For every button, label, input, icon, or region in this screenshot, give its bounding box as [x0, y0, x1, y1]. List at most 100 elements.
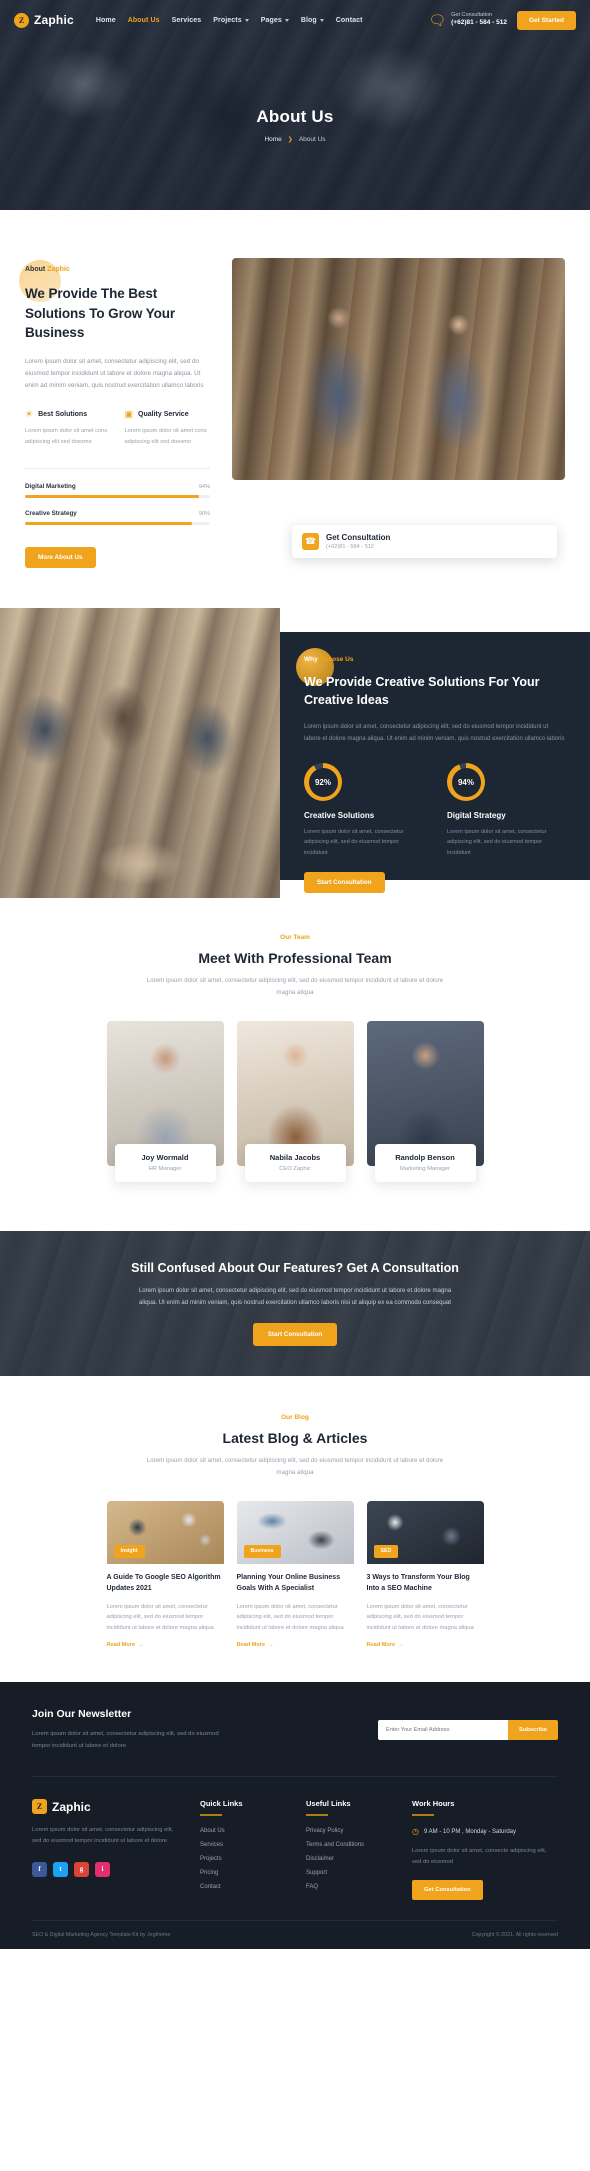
breadcrumb-home[interactable]: Home	[264, 136, 281, 143]
heading-underline	[412, 1814, 434, 1816]
google-icon[interactable]: g	[74, 1861, 89, 1877]
team-member-name: Randolp Benson	[395, 1152, 455, 1162]
useful-link-terms[interactable]: Terms and Conditions	[306, 1842, 394, 1848]
read-more-link[interactable]: Read More →	[237, 1642, 354, 1648]
blog-card[interactable]: SEO 3 Ways to Transform Your Blog Into a…	[366, 1500, 484, 1648]
about-features: ☀ Best Solutions Lorem ipsum dolor sit a…	[25, 410, 210, 447]
progress-bar	[25, 494, 210, 498]
read-more-label: Read More	[106, 1642, 136, 1649]
facebook-icon[interactable]: f	[32, 1861, 47, 1877]
cta-banner: Still Confused About Our Features? Get A…	[0, 1230, 590, 1376]
skill-label: Digital Marketing	[25, 482, 76, 490]
useful-link-disclaimer[interactable]: Disclaimer	[306, 1856, 394, 1862]
newsletter-block: Join Our Newsletter Lorem ipsum dolor si…	[32, 1708, 558, 1776]
more-about-us-button[interactable]: More About Us	[25, 546, 96, 568]
nav-item-pages[interactable]: Pages	[261, 17, 289, 24]
start-consultation-button[interactable]: Start Consultation	[304, 872, 385, 894]
team-member-role: HR Manager	[148, 1165, 182, 1172]
nav-item-services[interactable]: Services	[172, 17, 202, 24]
nav-item-contact[interactable]: Contact	[336, 17, 363, 24]
about-photo	[232, 258, 565, 480]
nav-item-projects[interactable]: Projects	[213, 17, 249, 24]
work-hours-text: Lorem ipsum dolor sit amet, consecte adi…	[412, 1847, 547, 1866]
main-navbar: Z Zaphic Home About Us Services Projects…	[0, 0, 590, 40]
cta-start-consultation-button[interactable]: Start Consultation	[252, 1322, 338, 1346]
instagram-icon[interactable]: i	[95, 1861, 110, 1877]
about-eyebrow-plain: About	[25, 266, 48, 273]
quick-link-contact[interactable]: Contact	[200, 1884, 288, 1890]
breadcrumb-current: About Us	[298, 136, 326, 143]
blog-card[interactable]: Business Planning Your Online Business G…	[236, 1500, 354, 1648]
quick-link-services[interactable]: Services	[200, 1842, 288, 1848]
why-stats: 92% Creative Solutions Lorem ipsum dolor…	[304, 763, 566, 858]
stat-digital-strategy: 94% Digital Strategy Lorem ipsum dolor s…	[447, 763, 566, 858]
lightbulb-icon: ☀	[25, 409, 34, 420]
arrow-right-icon: →	[268, 1642, 274, 1649]
blog-thumbnail: Business	[236, 1500, 354, 1564]
blog-card[interactable]: Insight A Guide To Google SEO Algorithm …	[106, 1500, 224, 1648]
stat-creative-solutions: 92% Creative Solutions Lorem ipsum dolor…	[304, 763, 423, 858]
useful-links-heading: Useful Links	[306, 1799, 351, 1809]
progress-fill	[25, 494, 199, 498]
skill-label: Creative Strategy	[25, 509, 77, 517]
hero-section: Z Zaphic Home About Us Services Projects…	[0, 0, 590, 210]
about-text-column: About Zaphic We Provide The Best Solutio…	[19, 258, 210, 568]
useful-link-support[interactable]: Support	[306, 1870, 394, 1876]
read-more-link[interactable]: Read More →	[367, 1642, 484, 1648]
nav-item-home[interactable]: Home	[96, 17, 116, 24]
phone-icon: ☎	[302, 532, 319, 550]
team-section: Our Team Meet With Professional Team Lor…	[0, 898, 590, 1186]
chevron-down-icon	[244, 18, 249, 22]
breadcrumb: Home ❯ About Us	[264, 136, 325, 143]
about-heading: We Provide The Best Solutions To Grow Yo…	[25, 286, 176, 341]
twitter-icon[interactable]: t	[53, 1861, 68, 1877]
read-more-link[interactable]: Read More →	[107, 1642, 224, 1648]
useful-link-privacy-policy[interactable]: Privacy Policy	[306, 1828, 394, 1834]
page-root: Z Zaphic Home About Us Services Projects…	[0, 0, 590, 1950]
arrow-right-icon: →	[398, 1642, 404, 1649]
nav-item-blog[interactable]: Blog	[301, 17, 324, 24]
get-started-button[interactable]: Get Started	[516, 10, 576, 30]
footer-columns: Z Zaphic Lorem ipsum dolor sit amet, con…	[32, 1776, 558, 1920]
progress-ring: 94%	[447, 763, 485, 802]
footer-credit: SEO & Digital Marketing Agency Template …	[32, 1932, 171, 1939]
quick-link-pricing[interactable]: Pricing	[200, 1870, 288, 1876]
subscribe-button[interactable]: Subscribe	[507, 1720, 558, 1741]
brand-logo[interactable]: Z Zaphic	[14, 12, 74, 28]
nav-item-about-us[interactable]: About Us	[128, 17, 160, 24]
why-panel: Why Choose Us We Provide Creative Soluti…	[280, 631, 590, 894]
consultation-card[interactable]: ☎ Get Consultation (+62)81 - 584 - 512	[292, 524, 557, 558]
consultation-label: Get Consultation	[451, 11, 493, 18]
email-input[interactable]	[377, 1720, 508, 1741]
hero-body: About Us Home ❯ About Us	[0, 40, 590, 210]
team-member-card[interactable]: Nabila Jacobs CEO Zaphic	[236, 1020, 354, 1182]
blog-title: Planning Your Online Business Goals With…	[236, 1573, 341, 1592]
team-paragraph: Lorem ipsum dolor sit amet, consectetur …	[146, 976, 444, 996]
consultation-card-title: Get Consultation	[326, 532, 391, 542]
useful-link-faq[interactable]: FAQ	[306, 1884, 394, 1890]
progress-bar	[25, 521, 210, 525]
why-choose-us-section: Why Choose Us We Provide Creative Soluti…	[0, 607, 590, 898]
header-consultation[interactable]: 🗨 Get Consultation (+62)81 - 584 - 512	[428, 12, 507, 28]
quick-links-column: Quick Links About Us Services Projects P…	[200, 1799, 288, 1900]
work-hours-column: Work Hours ◷ 9 AM - 10 PM , Monday - Sat…	[412, 1799, 552, 1901]
team-member-card[interactable]: Randolp Benson Marketing Manager	[366, 1020, 484, 1182]
work-hours-value: 9 AM - 10 PM , Monday - Saturday	[423, 1828, 517, 1835]
nav-label: Home	[95, 16, 116, 24]
footer-bottom-bar: SEO & Digital Marketing Agency Template …	[32, 1920, 558, 1949]
team-member-card[interactable]: Joy Wormald HR Manager	[106, 1020, 224, 1182]
stat-text: Lorem ipsum dolor sit amet, consectetur …	[447, 829, 547, 856]
useful-links-column: Useful Links Privacy Policy Terms and Co…	[306, 1799, 394, 1900]
blog-section: Our Blog Latest Blog & Articles Lorem ip…	[0, 1376, 590, 1682]
quick-links-heading: Quick Links	[200, 1799, 243, 1809]
blog-badge: Insight	[113, 1544, 145, 1558]
nav-label: Contact	[335, 16, 363, 24]
footer-brand-name: Zaphic	[52, 1799, 91, 1814]
stat-text: Lorem ipsum dolor sit amet, consectetur …	[304, 829, 404, 856]
feature-title: Best Solutions	[38, 411, 88, 419]
footer-get-consultation-button[interactable]: Get Consultation	[412, 1880, 483, 1901]
quick-link-about-us[interactable]: About Us	[200, 1828, 288, 1834]
read-more-label: Read More	[366, 1642, 396, 1649]
quick-link-projects[interactable]: Projects	[200, 1856, 288, 1862]
newsletter-text: Lorem ipsum dolor sit amet, consectetur …	[32, 1731, 219, 1749]
